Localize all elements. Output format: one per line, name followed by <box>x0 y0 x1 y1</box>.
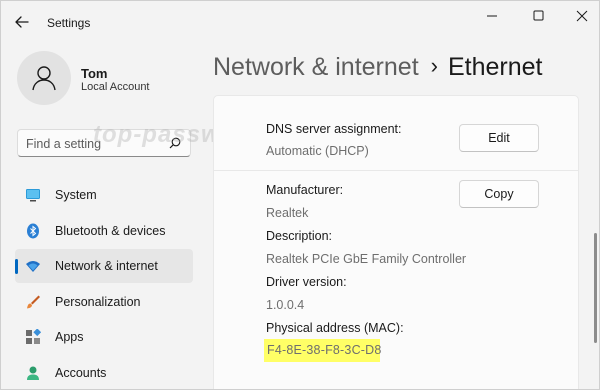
search-icon[interactable] <box>168 136 182 150</box>
divider <box>214 170 578 171</box>
user-icon <box>32 66 56 91</box>
person-icon <box>27 366 39 380</box>
driver-version-value: 1.0.0.4 <box>266 298 305 312</box>
scrollbar[interactable] <box>594 233 597 343</box>
mac-address-label: Physical address (MAC): <box>266 321 404 335</box>
sidebar-item-system[interactable]: System <box>15 178 193 212</box>
bluetooth-icon <box>27 223 39 239</box>
description-label: Description: <box>266 229 332 243</box>
sidebar-item-label: Apps <box>55 330 84 345</box>
back-arrow-icon <box>15 16 29 28</box>
apps-icon <box>26 329 41 345</box>
back-button[interactable] <box>11 12 33 32</box>
manufacturer-label: Manufacturer: <box>266 183 344 197</box>
page-title: Ethernet <box>447 53 543 81</box>
close-icon <box>576 10 588 22</box>
minimize-button[interactable] <box>477 7 507 25</box>
driver-version-label: Driver version: <box>266 275 347 289</box>
avatar[interactable] <box>17 51 71 105</box>
sidebar-item-apps[interactable]: Apps <box>15 320 193 354</box>
monitor-icon <box>26 189 40 202</box>
manufacturer-value: Realtek <box>266 206 309 220</box>
brush-icon <box>27 295 40 309</box>
sidebar-item-label: System <box>55 188 97 202</box>
edit-button[interactable]: Edit <box>459 124 539 152</box>
breadcrumb-separator: › <box>430 53 438 78</box>
mac-address-value: F4-8E-38-F8-3C-D8 <box>267 343 382 357</box>
settings-window: Settings Tom Local Account Find a settin… <box>0 0 600 390</box>
sidebar-item-accounts[interactable]: Accounts <box>15 356 193 389</box>
sidebar-item-network[interactable]: Network & internet <box>15 249 193 284</box>
search-input[interactable]: Find a setting <box>17 129 191 157</box>
dns-label: DNS server assignment: <box>266 122 402 136</box>
wifi-icon <box>26 261 40 273</box>
maximize-icon <box>533 10 544 21</box>
breadcrumb-parent[interactable]: Network & internet <box>213 53 419 81</box>
sidebar-item-label: Personalization <box>55 294 141 309</box>
sidebar-item-label: Accounts <box>55 365 107 380</box>
sidebar-item-personalization[interactable]: Personalization <box>15 285 193 319</box>
breadcrumb: Network & internet › Ethernet <box>213 53 542 87</box>
minimize-icon <box>487 15 497 17</box>
sidebar-nav: System Bluetooth & devices Network & int… <box>15 178 193 389</box>
dns-value: Automatic (DHCP) <box>266 144 369 158</box>
close-button[interactable] <box>567 7 597 25</box>
app-title: Settings <box>47 16 91 30</box>
ethernet-properties-card: DNS server assignment: Automatic (DHCP) … <box>213 95 579 389</box>
user-name: Tom <box>81 66 108 81</box>
title-bar: Settings <box>1 1 599 41</box>
maximize-button[interactable] <box>523 7 553 25</box>
sidebar-item-bluetooth[interactable]: Bluetooth & devices <box>15 214 193 248</box>
selected-indicator <box>15 259 18 275</box>
search-placeholder: Find a setting <box>26 137 102 151</box>
account-type: Local Account <box>81 81 150 93</box>
sidebar-item-label: Bluetooth & devices <box>55 223 166 238</box>
sidebar-item-label: Network & internet <box>55 259 158 274</box>
description-value: Realtek PCIe GbE Family Controller <box>266 252 467 266</box>
copy-button[interactable]: Copy <box>459 180 539 208</box>
